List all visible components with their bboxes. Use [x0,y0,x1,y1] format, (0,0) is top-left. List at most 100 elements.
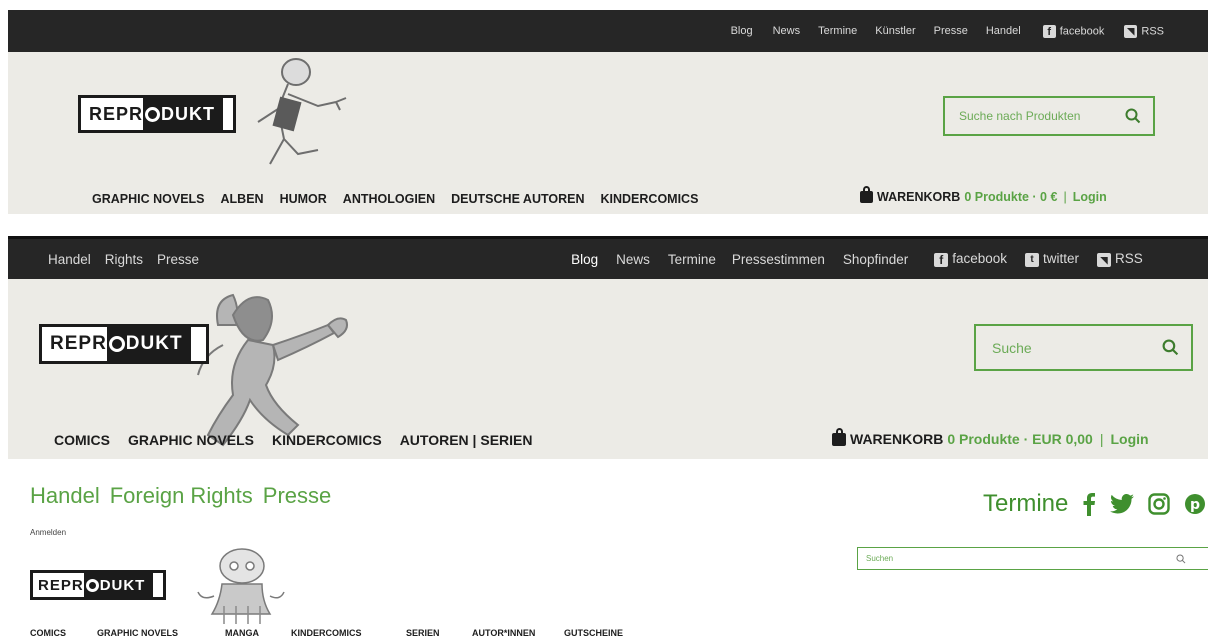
v1-logo-dukt: DUKT [161,103,216,124]
facebook-icon[interactable] [1082,492,1096,516]
v2-logo-o [108,336,125,352]
v1-top-bar: Blog News Termine Künstler Presse Handel… [8,10,1208,52]
pinterest-icon[interactable]: p [1184,493,1206,515]
v2-logo-text-right: DUKT [106,327,191,361]
v1-nav-humor[interactable]: HUMOR [280,192,327,206]
v3-top-links: Handel Foreign Rights Presse [30,483,331,509]
v2-nav-blog[interactable]: Blog [571,252,598,267]
v1-nav-alben[interactable]: ALBEN [221,192,264,206]
v2-cart-info: 0 Produkte · EUR 0,00 [947,431,1093,447]
v3-logo[interactable]: REPR DUKT [30,570,166,600]
v1-rss-link[interactable]: ◥ RSS [1124,24,1164,38]
v2-cart-label: WARENKORB [850,431,944,447]
v3-logo-text-right: DUKT [83,573,154,597]
v3-nav-gutscheine[interactable]: GUTSCHEINE [564,628,623,638]
v2-cart[interactable]: WARENKORB 0 Produkte · EUR 0,00 | Login [832,427,1149,447]
v2-logo-dukt: DUKT [125,333,183,354]
v1-main-nav: GRAPHIC NOVELS ALBEN HUMOR ANTHOLOGIEN D… [92,192,698,206]
v3-header-illustration [197,548,285,624]
v3-nav-termine[interactable]: Termine [983,490,1068,518]
v3-search-box[interactable]: Suchen [857,547,1208,570]
v2-nav-termine[interactable]: Termine [668,252,716,267]
v3-main-nav: COMICS GRAPHIC NOVELS MANGA KINDERCOMICS… [30,628,623,638]
v3-nav-autorinnen[interactable]: AUTOR*INNEN [472,628,564,638]
v2-nav-handel[interactable]: Handel [48,252,91,267]
v2-search-box[interactable]: Suche [974,324,1193,371]
v2-nav-pressestimmen[interactable]: Pressestimmen [732,252,825,267]
v3-nav-handel[interactable]: Handel [30,483,100,509]
v2-nav-autoren-serien[interactable]: AUTOREN | SERIEN [400,432,533,448]
search-icon[interactable] [1162,339,1179,356]
v1-rss-label: RSS [1141,24,1164,37]
v2-nav-news[interactable]: News [616,252,650,267]
v2-search-input[interactable]: Suche [992,340,1032,356]
search-icon[interactable] [1176,553,1186,564]
v2-nav-presse[interactable]: Presse [157,252,199,267]
v1-nav-handel[interactable]: Handel [986,25,1021,37]
v1-facebook-label: facebook [1059,24,1105,37]
v1-nav-blog[interactable]: Blog [731,25,753,37]
v1-nav-deutsche-autoren[interactable]: DEUTSCHE AUTOREN [451,192,584,206]
v3-nav-foreign-rights[interactable]: Foreign Rights [110,483,253,509]
facebook-icon: f [1042,24,1056,38]
v2-nav-shopfinder[interactable]: Shopfinder [843,252,908,267]
v2-main-nav: COMICS GRAPHIC NOVELS KINDERCOMICS AUTOR… [54,432,532,448]
twitter-icon: t [1025,252,1040,267]
v2-twitter-link[interactable]: t twitter [1025,251,1079,267]
v1-cart-label: WARENKORB [877,190,961,204]
v2-header-illustration [197,293,348,447]
v1-logo-text-left: REPR [89,103,144,124]
v3-nav-presse[interactable]: Presse [263,483,331,509]
instagram-icon[interactable] [1148,493,1171,515]
v1-cart[interactable]: WARENKORB 0 Produkte · 0 € | Login [860,186,1107,204]
v2-rss-label: RSS [1115,251,1143,267]
v2-cart-separator: | [1099,431,1104,447]
rss-icon: ◥ [1097,252,1112,267]
v2-facebook-label: facebook [952,251,1008,267]
facebook-icon: f [934,252,949,267]
v3-nav-comics[interactable]: COMICS [30,628,97,638]
v3-nav-kindercomics[interactable]: KINDERCOMICS [291,628,406,638]
v2-nav-graphic-novels[interactable]: GRAPHIC NOVELS [128,432,254,448]
v3-anmelden-link[interactable]: Anmelden [30,528,66,537]
v1-logo[interactable]: REPR DUKT [78,95,236,133]
v1-nav-presse[interactable]: Presse [934,25,968,37]
v2-logo-text-left: REPR [50,333,107,354]
search-icon[interactable] [1125,108,1141,124]
svg-text:p: p [1190,497,1200,513]
v1-nav-news[interactable]: News [773,25,801,37]
v2-facebook-link[interactable]: f facebook [934,251,1008,267]
shopping-bag-icon [832,427,846,446]
v1-header: REPR DUKT Suche nach Produkten GRAPHIC N… [8,52,1208,214]
v1-nav-kindercomics[interactable]: KINDERCOMICS [601,192,699,206]
v3-nav-manga[interactable]: MANGA [225,628,291,638]
v1-search-input[interactable]: Suche nach Produkten [959,109,1080,123]
v1-header-illustration [257,58,347,165]
v2-logo[interactable]: REPR DUKT [39,324,209,364]
v3-nav-graphic-novels[interactable]: GRAPHIC NOVELS [97,628,225,638]
v1-nav-anthologien[interactable]: ANTHOLOGIEN [343,192,435,206]
v3-nav-serien[interactable]: SERIEN [406,628,472,638]
v2-top-bar: Handel Rights Presse Blog News Termine P… [8,236,1208,279]
v3-social: Termine p [983,490,1206,518]
v2-nav-rights[interactable]: Rights [105,252,143,267]
v1-nav-termine[interactable]: Termine [818,25,857,37]
rss-icon: ◥ [1124,24,1138,38]
v2-nav-comics[interactable]: COMICS [54,432,110,448]
v1-nav-kuenstler[interactable]: Künstler [875,25,915,37]
v3-logo-o [85,578,99,592]
v2-login-link[interactable]: Login [1110,431,1148,447]
twitter-icon[interactable] [1110,494,1135,514]
v2-nav-kindercomics[interactable]: KINDERCOMICS [272,432,382,448]
v1-logo-text-right: DUKT [143,98,224,130]
v2-header: REPR DUKT Suche COMICS GRAPHIC NOVELS KI… [8,279,1208,459]
v1-logo-o [145,106,161,122]
v1-facebook-link[interactable]: f facebook [1042,24,1105,38]
v1-nav-graphic-novels[interactable]: GRAPHIC NOVELS [92,192,205,206]
v1-search-box[interactable]: Suche nach Produkten [943,96,1155,136]
v3-logo-dukt: DUKT [99,576,146,594]
v1-login-link[interactable]: Login [1073,190,1107,204]
v3-search-input[interactable]: Suchen [866,554,893,563]
v2-rss-link[interactable]: ◥ RSS [1097,251,1143,267]
v1-cart-separator: | [1063,190,1067,204]
